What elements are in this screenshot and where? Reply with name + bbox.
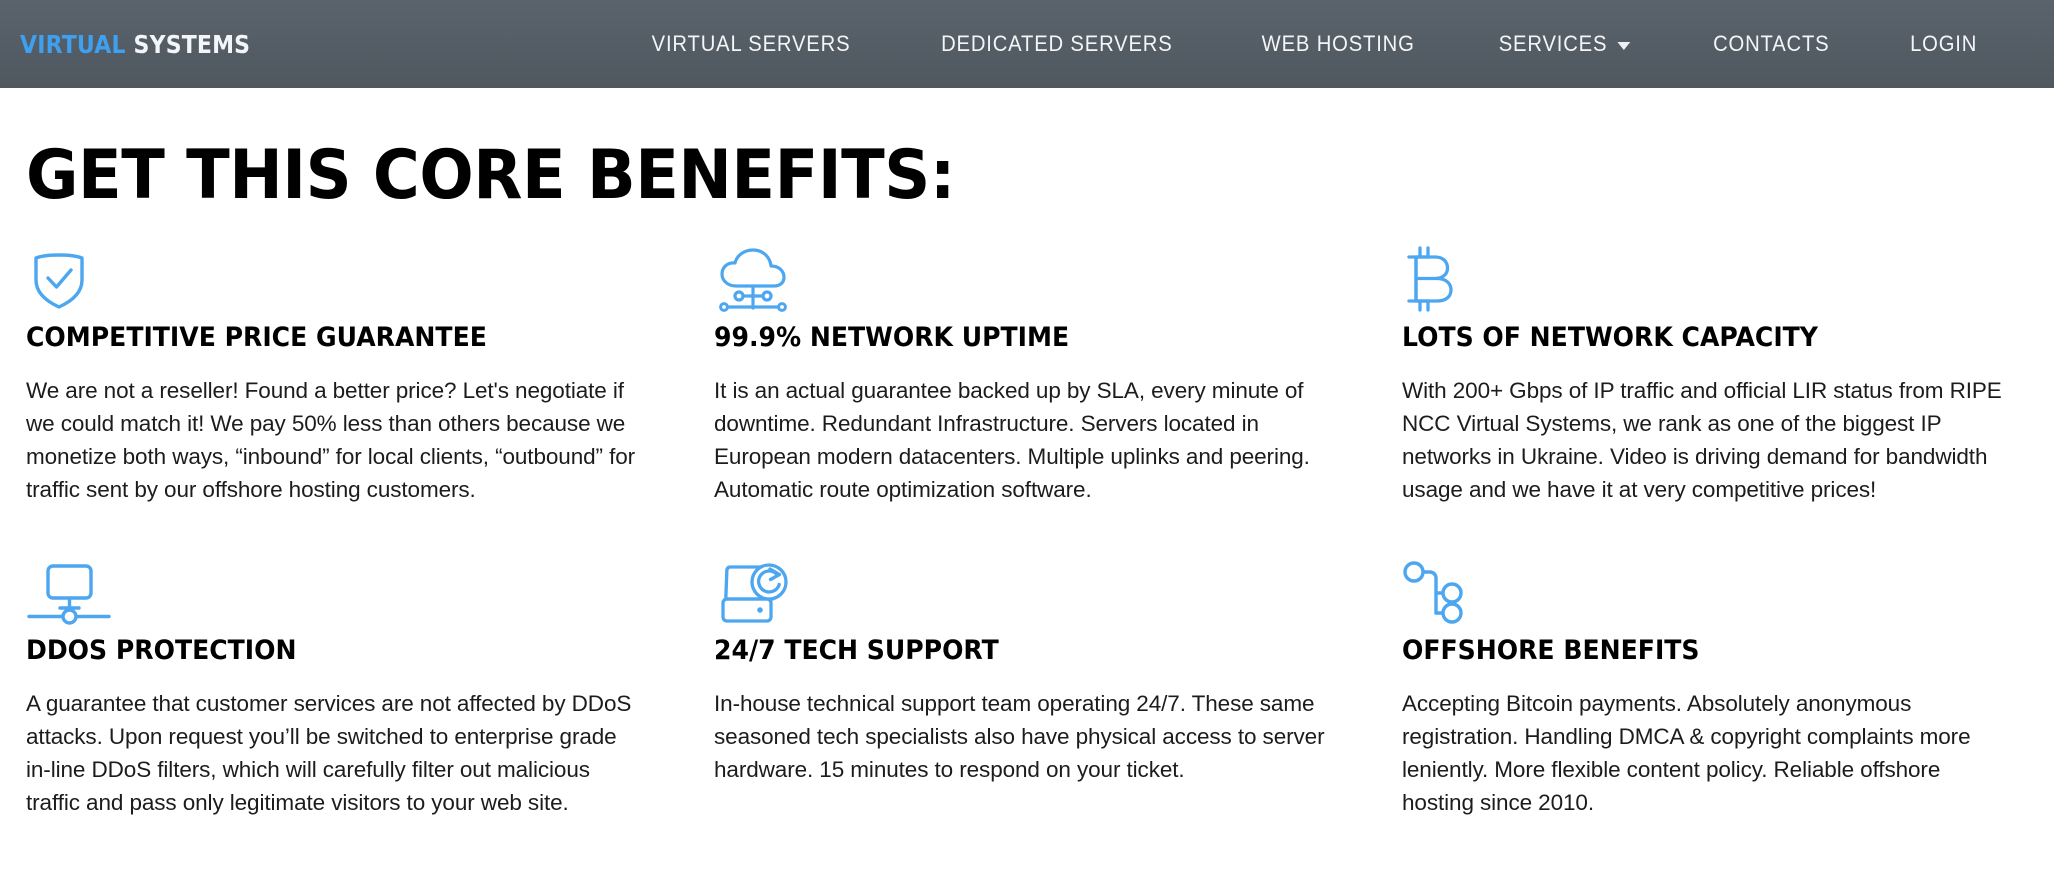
nav-item-web-hosting[interactable]: WEB HOSTING xyxy=(1229,31,1448,57)
nav-item-dedicated-servers[interactable]: DEDICATED SERVERS xyxy=(908,31,1206,57)
benefit-card-network-capacity: LOTS OF NETWORK CAPACITY With 200+ Gbps … xyxy=(1402,246,2028,507)
page-title: GET THIS CORE BENEFITS: xyxy=(26,136,955,215)
nav-item-label: WEB HOSTING xyxy=(1261,31,1415,56)
benefit-text: With 200+ Gbps of IP traffic and officia… xyxy=(1402,378,2002,502)
chevron-down-icon xyxy=(1617,42,1631,50)
benefit-card-tech-support: 24/7 TECH SUPPORT In-house technical sup… xyxy=(714,559,1340,820)
nav-item-services[interactable]: SERVICES xyxy=(1466,31,1664,57)
benefit-text: It is an actual guarantee backed up by S… xyxy=(714,378,1310,502)
benefit-text: A guarantee that customer services are n… xyxy=(26,691,632,815)
brand-logo[interactable]: VIRTUAL SYSTEMS xyxy=(20,32,250,57)
nav-item-contacts[interactable]: CONTACTS xyxy=(1680,31,1863,57)
benefit-text: Accepting Bitcoin payments. Absolutely a… xyxy=(1402,691,1971,815)
benefit-title: LOTS OF NETWORK CAPACITY xyxy=(1402,322,1819,353)
shield-check-icon xyxy=(26,246,642,312)
benefit-text: We are not a reseller! Found a better pr… xyxy=(26,378,636,502)
nav-item-label: LOGIN xyxy=(1910,31,1978,56)
node-tree-icon xyxy=(1402,559,2018,625)
cloud-network-icon xyxy=(714,246,1330,312)
main-content: GET THIS CORE BENEFITS: COMPETITIVE PRIC… xyxy=(0,142,2054,819)
nav-item-label: DEDICATED SERVERS xyxy=(941,31,1173,56)
server-refresh-icon xyxy=(714,559,1330,625)
bitcoin-icon xyxy=(1402,246,2018,312)
benefit-card-offshore-benefits: OFFSHORE BENEFITS Accepting Bitcoin paym… xyxy=(1402,559,2028,820)
main-navigation: VIRTUAL SERVERS DEDICATED SERVERS WEB HO… xyxy=(607,31,2020,57)
benefit-title: DDOS PROTECTION xyxy=(26,634,297,666)
benefit-title: OFFSHORE BENEFITS xyxy=(1402,634,1700,666)
brand-logo-virtual: VIRTUAL xyxy=(20,29,126,59)
benefit-card-competitive-price-guarantee: COMPETITIVE PRICE GUARANTEE We are not a… xyxy=(26,246,652,507)
brand-logo-systems: SYSTEMS xyxy=(133,29,251,59)
nav-item-label: SERVICES xyxy=(1499,31,1608,56)
benefit-card-ddos-protection: DDOS PROTECTION A guarantee that custome… xyxy=(26,559,652,820)
site-header: VIRTUAL SYSTEMS VIRTUAL SERVERS DEDICATE… xyxy=(0,0,2054,88)
monitor-network-icon xyxy=(26,559,642,625)
benefit-card-network-uptime: 99.9% NETWORK UPTIME It is an actual gua… xyxy=(714,246,1340,507)
nav-item-virtual-servers[interactable]: VIRTUAL SERVERS xyxy=(619,31,884,57)
benefits-grid: COMPETITIVE PRICE GUARANTEE We are not a… xyxy=(26,246,2028,819)
benefit-title: 99.9% NETWORK UPTIME xyxy=(714,322,1070,353)
benefit-title: COMPETITIVE PRICE GUARANTEE xyxy=(26,322,487,353)
nav-item-login[interactable]: LOGIN xyxy=(1877,31,2014,57)
nav-item-label: CONTACTS xyxy=(1713,31,1830,56)
benefit-text: In-house technical support team operatin… xyxy=(714,691,1325,782)
nav-item-label: VIRTUAL SERVERS xyxy=(651,31,851,56)
benefit-title: 24/7 TECH SUPPORT xyxy=(714,634,999,666)
